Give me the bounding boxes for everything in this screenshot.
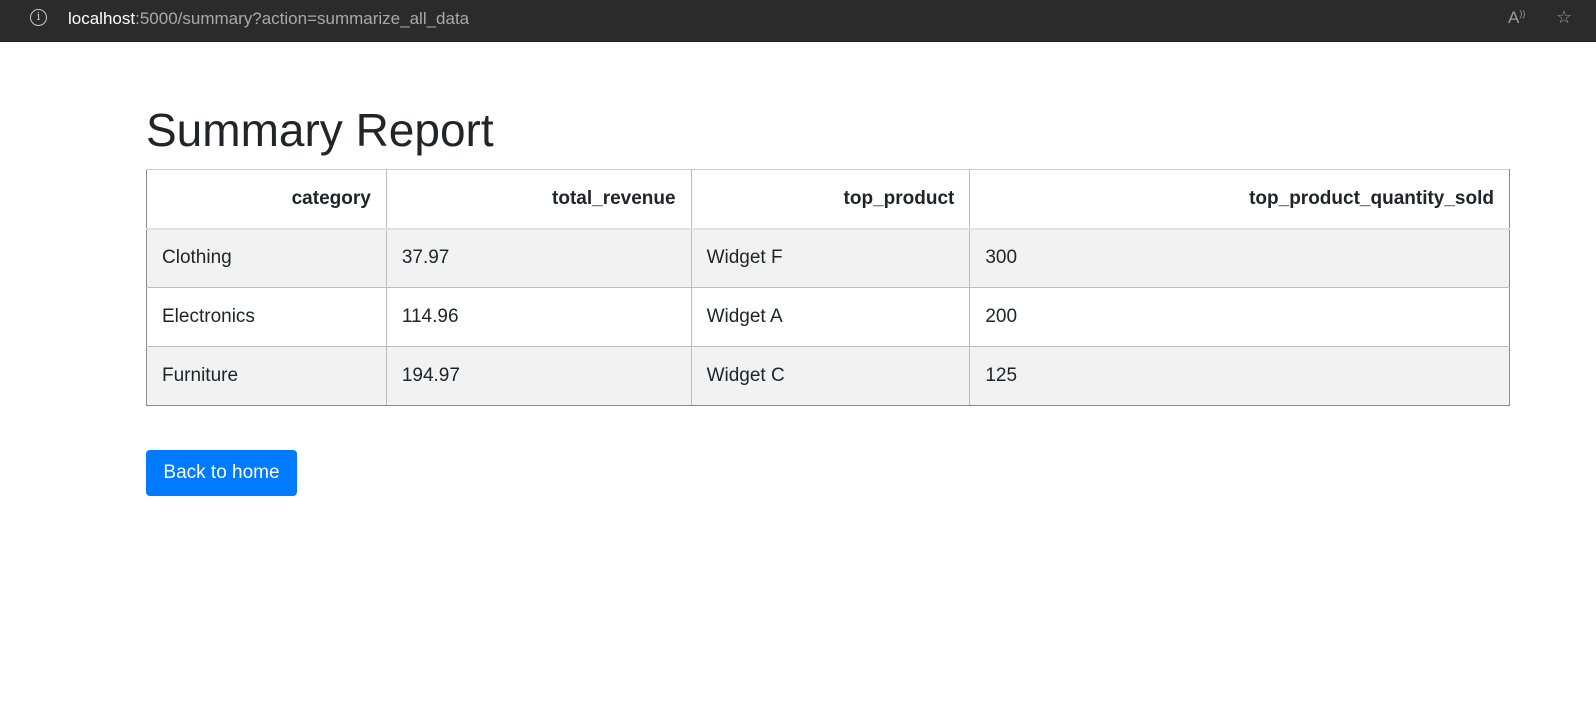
cell-quantity-sold: 200 — [969, 287, 1510, 347]
cell-total-revenue: 37.97 — [385, 228, 692, 288]
cell-quantity-sold: 125 — [969, 346, 1510, 406]
page-title: Summary Report — [146, 104, 494, 156]
header-top-product-quantity-sold: top_product_quantity_sold — [969, 169, 1510, 230]
url-host: localhost — [68, 9, 136, 28]
cell-total-revenue: 114.96 — [385, 287, 692, 347]
star-icon[interactable]: ☆ — [1556, 7, 1572, 28]
summary-table: category total_revenue top_product top_p… — [146, 169, 1510, 406]
url-path: :5000/summary?action=summarize_all_data — [135, 9, 470, 28]
cell-category: Furniture — [146, 346, 387, 406]
header-top-product: top_product — [690, 169, 971, 230]
header-total-revenue: total_revenue — [385, 169, 692, 230]
read-aloud-icon[interactable]: A)) — [1508, 8, 1525, 28]
cell-total-revenue: 194.97 — [385, 346, 692, 406]
table-row: Electronics 114.96 Widget A 200 — [146, 287, 1510, 347]
cell-top-product: Widget C — [690, 346, 971, 406]
cell-category: Clothing — [146, 228, 387, 288]
cell-quantity-sold: 300 — [969, 228, 1510, 288]
browser-address-bar: i localhost:5000/summary?action=summariz… — [0, 0, 1596, 42]
cell-top-product: Widget A — [690, 287, 971, 347]
info-icon[interactable]: i — [30, 9, 47, 26]
table-row: Furniture 194.97 Widget C 125 — [146, 346, 1510, 406]
table-row: Clothing 37.97 Widget F 300 — [146, 228, 1510, 288]
url-field[interactable]: localhost:5000/summary?action=summarize_… — [68, 8, 469, 30]
back-to-home-button[interactable]: Back to home — [146, 450, 297, 496]
cell-category: Electronics — [146, 287, 387, 347]
table-header-row: category total_revenue top_product top_p… — [146, 169, 1510, 230]
cell-top-product: Widget F — [690, 228, 971, 288]
header-category: category — [146, 169, 387, 230]
